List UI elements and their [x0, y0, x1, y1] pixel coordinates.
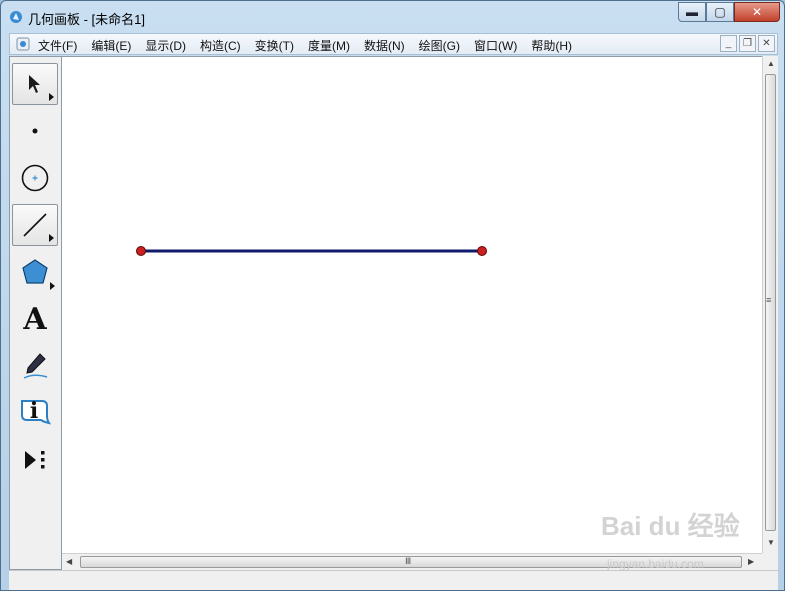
baidu-watermark: Bai du 经验 [601, 511, 740, 541]
window-title: 几何画板 - [未命名1] [28, 12, 146, 27]
polygon-icon [22, 259, 48, 284]
menu-item-4[interactable]: 变换(T) [255, 37, 294, 54]
point-tool[interactable] [12, 110, 58, 152]
menu-item-0[interactable]: 文件(F) [38, 37, 77, 54]
compass-tool[interactable] [12, 157, 58, 199]
menu-item-7[interactable]: 绘图(G) [419, 37, 460, 54]
menu-item-8[interactable]: 窗口(W) [474, 37, 517, 54]
menu-item-5[interactable]: 度量(M) [308, 37, 350, 54]
text-a-icon: A [23, 301, 47, 337]
sketchpad-app-icon [10, 11, 22, 23]
circle-icon [21, 164, 49, 192]
sketch-canvas[interactable] [62, 56, 762, 554]
doc-minimize-button[interactable]: _ [720, 35, 737, 52]
scroll-right-arrow-icon[interactable]: ▶ [748, 557, 754, 566]
info-icon: i [29, 398, 39, 424]
text-tool[interactable]: A [12, 298, 58, 340]
scroll-up-arrow-icon[interactable]: ▲ [767, 59, 775, 68]
doc-close-button[interactable]: ✕ [758, 35, 775, 52]
marker-pen-icon [23, 353, 48, 379]
scroll-left-arrow-icon[interactable]: ◀ [66, 557, 72, 566]
polygon-tool[interactable] [12, 251, 58, 293]
marker-tool[interactable] [12, 345, 58, 387]
submenu-arrow-icon [50, 282, 55, 290]
arrow-cursor-icon [29, 75, 40, 93]
scroll-grip-icon: Ⅲ [405, 556, 412, 566]
maximize-button[interactable]: ▢ [706, 2, 734, 22]
status-bar [9, 570, 778, 590]
menu-item-6[interactable]: 数据(N) [364, 37, 405, 54]
menu-bar: 文件(F) 编辑(E) 显示(D) 构造(C) 变换(T) 度量(M) 数据(N) 绘图(G)… [9, 33, 778, 55]
close-button[interactable]: ✕ [734, 2, 780, 22]
custom-tool[interactable] [12, 439, 58, 481]
vertical-scrollbar[interactable]: ▲ ≡ ▼ [762, 56, 778, 553]
doc-restore-button[interactable]: ❐ [739, 35, 756, 52]
menu-item-2[interactable]: 显示(D) [145, 37, 186, 54]
minimize-button[interactable]: ▬ [678, 2, 706, 22]
sketch-svg [136, 246, 487, 256]
play-custom-icon [25, 451, 45, 469]
menu-item-1[interactable]: 编辑(E) [91, 37, 131, 54]
menu-item-9[interactable]: 帮助(H) [531, 37, 572, 54]
segment-endpoint-b[interactable] [477, 246, 487, 256]
scroll-corner [762, 553, 778, 570]
app-window: 几何画板 - [未命名1] ▬ ▢ ✕ 文件(F) 编辑(E) 显示(D) 构造(C)… [0, 0, 785, 591]
scroll-down-arrow-icon[interactable]: ▼ [767, 538, 775, 547]
vertical-scroll-thumb[interactable]: ≡ [765, 74, 776, 531]
segment-icon [23, 213, 47, 237]
scroll-grip-icon: ≡ [766, 295, 772, 305]
segment-endpoint-a[interactable] [136, 246, 146, 256]
submenu-arrow-icon [49, 93, 54, 101]
toolbox: A i [9, 56, 62, 570]
information-tool[interactable]: i [12, 392, 58, 434]
selection-arrow-tool[interactable] [12, 63, 58, 105]
title-bar[interactable]: 几何画板 - [未命名1] ▬ ▢ ✕ [1, 1, 784, 33]
submenu-arrow-icon [49, 234, 54, 242]
menu-item-3[interactable]: 构造(C) [200, 37, 241, 54]
point-icon [32, 128, 38, 134]
baidu-watermark-url: jingyan.baidu.com [607, 557, 704, 571]
document-icon[interactable] [16, 37, 30, 51]
straightedge-tool[interactable] [12, 204, 58, 246]
